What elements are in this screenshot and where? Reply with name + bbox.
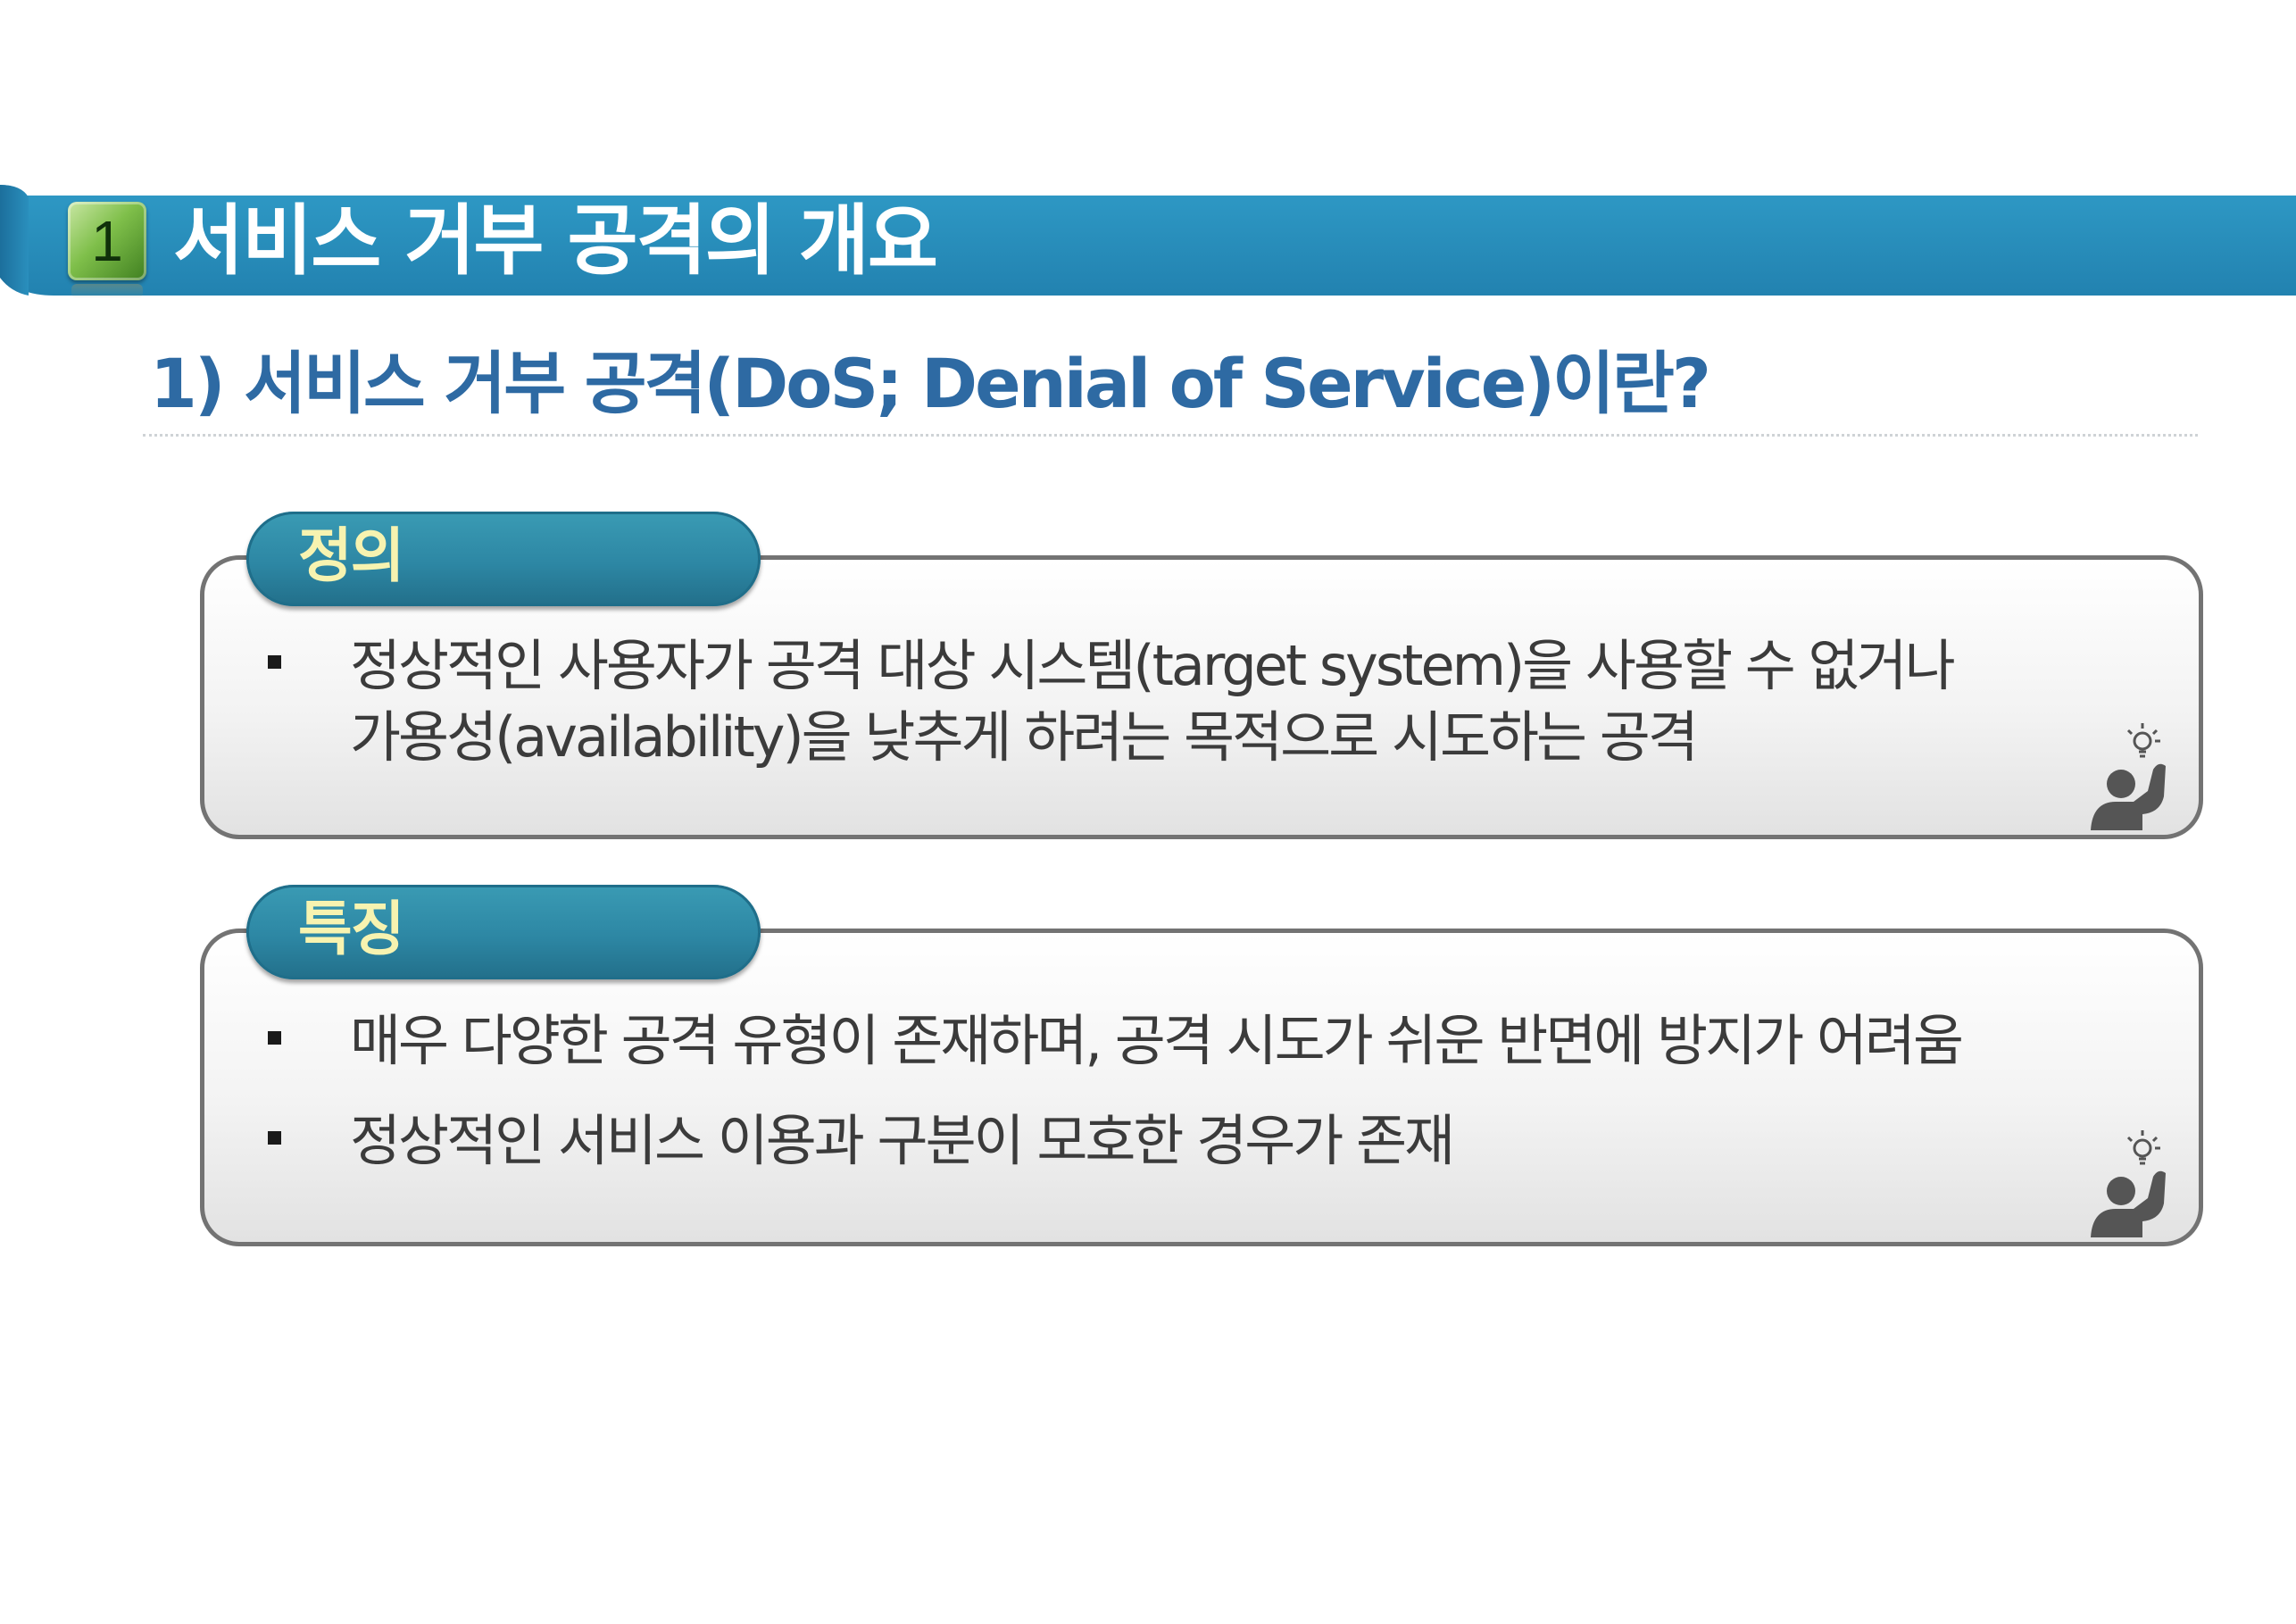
definition-line: 가용성(availability)을 낮추게 하려는 목적으로 시도하는 공격: [350, 704, 1699, 770]
definition-tab-label: 정의: [298, 521, 404, 590]
features-tab-label: 특징: [298, 895, 404, 963]
person-idea-icon: [2091, 1130, 2166, 1237]
section-number: 1: [91, 209, 123, 273]
definition-line: 정상적인 사용자가 공격 대상 시스템(target system)을 사용할 …: [350, 633, 1956, 698]
section-number-reflection: [71, 284, 143, 298]
section-subtitle: 1) 서비스 거부 공격(DoS; Denial of Service)이란?: [150, 344, 1711, 423]
features-item: 정상적인 서비스 이용과 구분이 모호한 경우가 존재: [350, 1108, 1455, 1173]
page-title: 서비스 거부 공격의 개요: [173, 196, 938, 286]
dotted-divider: [143, 434, 2198, 437]
person-idea-icon: [2091, 723, 2166, 830]
bullet-icon: [268, 1131, 281, 1145]
section-number-badge: 1: [68, 202, 146, 280]
definition-tab: 정의: [246, 512, 761, 606]
bullet-icon: [268, 1031, 281, 1045]
features-tab: 특징: [246, 885, 761, 979]
bullet-icon: [268, 655, 281, 669]
features-item: 매우 다양한 공격 유형이 존재하며, 공격 시도가 쉬운 반면에 방지가 어려…: [350, 1008, 1964, 1073]
